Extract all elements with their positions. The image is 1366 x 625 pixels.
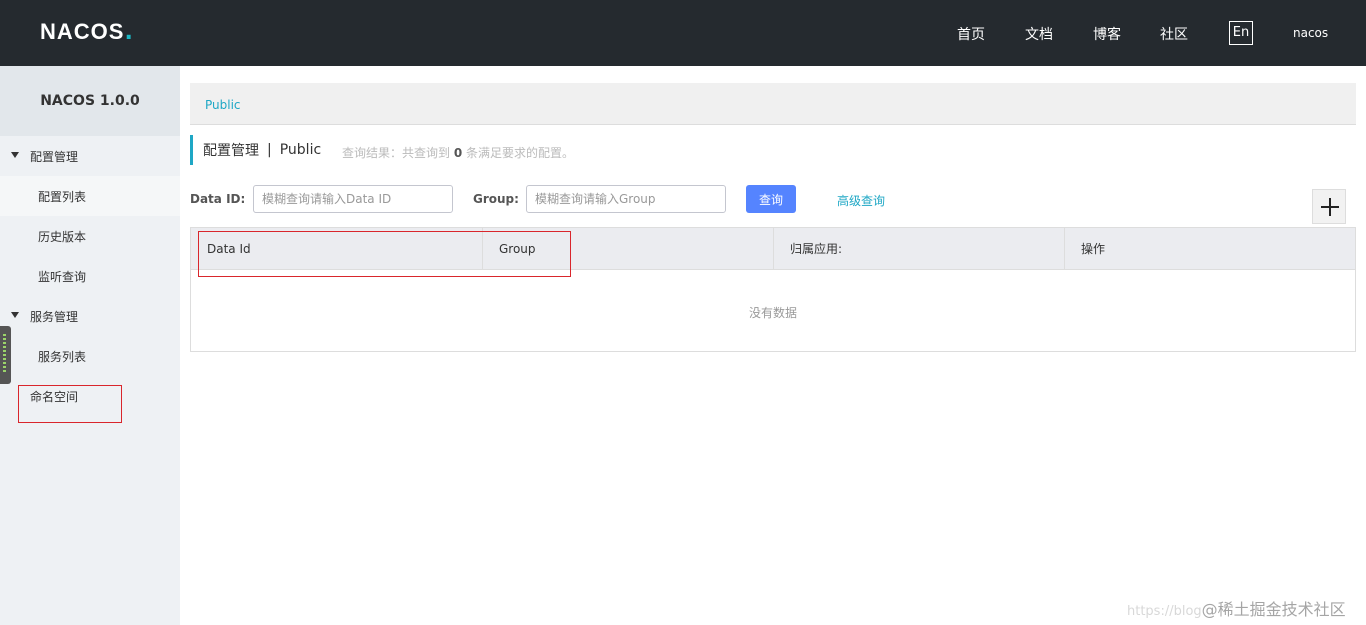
add-config-button[interactable] [1312,189,1346,224]
sidebar-item-label: 服务列表 [38,349,87,364]
nav-home[interactable]: 首页 [957,24,985,44]
nacos-logo[interactable]: NACOS. [40,19,133,45]
column-header-actions: 操作 [1081,242,1106,256]
sidebar: NACOS 1.0.0 配置管理 配置列表 历史版本 监听查询 服务管理 服务列… [0,66,180,625]
page-title: 配置管理 [203,143,259,159]
sidebar-title: NACOS 1.0.0 [0,66,180,136]
top-header: NACOS. 首页 文档 博客 社区 En nacos [0,0,1366,66]
config-table: Data Id Group 归属应用: 操作 没有数据 [190,227,1356,352]
logo-text: NACOS [40,19,125,44]
nav-community[interactable]: 社区 [1160,24,1188,44]
query-result-text: 查询结果：共查询到 0 条满足要求的配置。 [342,144,574,161]
sidebar-item-namespace[interactable]: 命名空间 [0,376,180,416]
dataid-label: Data ID: [190,192,246,206]
sidebar-item-label: 命名空间 [30,389,79,404]
advanced-query-link[interactable]: 高级查询 [837,192,885,209]
group-label: Group: [473,192,519,206]
user-name[interactable]: nacos [1293,26,1328,40]
menu-group-label: 配置管理 [30,149,79,164]
handle-grip-icon [3,334,6,374]
dataid-search-input[interactable] [253,185,453,213]
namespace-public-link[interactable]: Public [205,98,241,112]
query-result-count: 0 [453,146,463,160]
nav-docs[interactable]: 文档 [1025,24,1053,44]
empty-state-text: 没有数据 [748,306,797,320]
sidebar-item-label: 监听查询 [38,269,87,284]
query-result-suffix: 条满足要求的配置。 [466,146,575,160]
query-button[interactable]: 查询 [746,185,796,213]
logo-dot: . [124,19,133,45]
language-toggle-button[interactable]: En [1229,21,1253,45]
sidebar-item-label: 历史版本 [38,229,87,244]
page-subtitle: Public [279,142,322,158]
page-title-block: 配置管理 | Public [190,135,321,165]
side-drawer-handle[interactable] [0,326,11,384]
column-header-app: 归属应用: [774,228,1065,270]
watermark-url: https://blog [1127,604,1202,619]
group-search-input[interactable] [526,185,726,213]
sidebar-item-config-list[interactable]: 配置列表 [0,176,180,216]
query-result-prefix: 查询结果：共查询到 [342,146,451,160]
title-separator: | [267,142,272,158]
sidebar-item-service-list[interactable]: 服务列表 [0,336,180,376]
namespace-bar: Public [190,83,1356,125]
menu-group-service[interactable]: 服务管理 [0,296,180,336]
column-header-data-id: Data Id [191,228,483,270]
caret-down-icon [11,152,19,158]
table-header: Data Id Group 归属应用: 操作 [191,228,1355,270]
sidebar-item-listener-query[interactable]: 监听查询 [0,256,180,296]
watermark: https://blog@稀土掘金技术社区 [1127,596,1346,620]
sidebar-item-label: 配置列表 [38,189,87,204]
menu-group-label: 服务管理 [30,309,79,324]
sidebar-item-history[interactable]: 历史版本 [0,216,180,256]
menu-group-config[interactable]: 配置管理 [0,136,180,176]
caret-down-icon [11,312,19,318]
watermark-text: @稀土掘金技术社区 [1201,600,1346,619]
column-header-group: Group [483,228,774,270]
nav-blog[interactable]: 博客 [1093,24,1121,44]
